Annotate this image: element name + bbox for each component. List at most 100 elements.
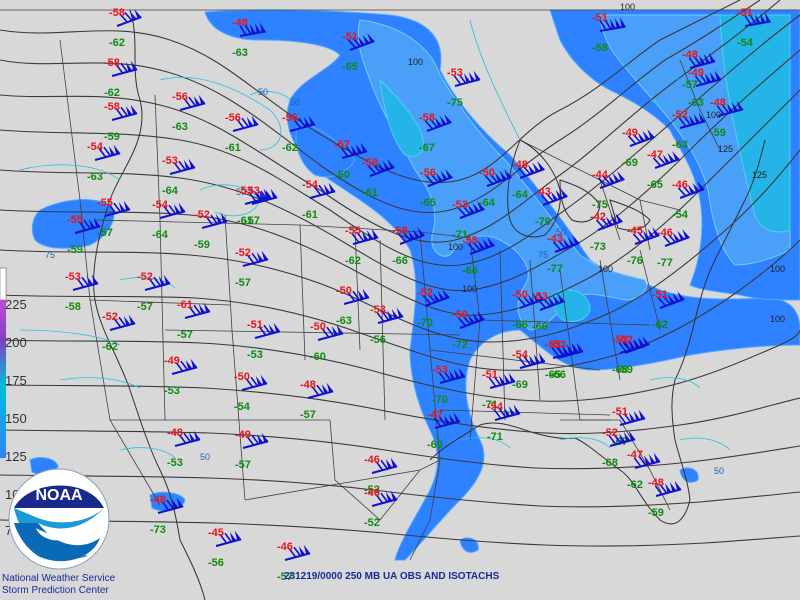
station-temperature: -56 (282, 112, 298, 124)
legend-box (0, 267, 7, 301)
station-temperature: -54 (487, 401, 504, 413)
station-dewpoint: -59 (104, 131, 120, 143)
station-temperature: -55 (345, 225, 361, 237)
station-temperature: -53 (162, 155, 178, 167)
station-temperature: -43 (535, 186, 551, 198)
station-dewpoint: -59 (648, 507, 664, 519)
station-dewpoint: -62 (627, 479, 643, 491)
station-dewpoint: -73 (590, 241, 606, 253)
station-temperature: -58 (419, 112, 435, 124)
station-temperature: -49 (235, 429, 251, 441)
station-dewpoint: -59 (194, 239, 210, 251)
station-temperature: -58 (104, 57, 120, 69)
station-dewpoint: -70 (432, 394, 448, 406)
contour-label: 100 (462, 284, 477, 294)
legend-value: 150 (5, 411, 27, 426)
station-temperature: -43 (547, 233, 563, 245)
station-dewpoint: -64 (162, 185, 179, 197)
station-temperature: -53 (370, 304, 386, 316)
noaa-logo: NOAA (8, 468, 110, 570)
station-dewpoint: -56 (208, 557, 224, 569)
upper-air-map: 10010010010010010010010012512575 75505050… (0, 0, 800, 600)
station-temperature: -50 (512, 289, 528, 301)
contour-label: 50 (258, 87, 268, 97)
station-dewpoint: -59 (67, 244, 83, 256)
station-temperature: -46 (364, 487, 380, 499)
station-temperature: -57 (334, 139, 350, 151)
station-dewpoint: -62 (345, 255, 361, 267)
station-temperature: -45 (627, 225, 643, 237)
station-temperature: -52 (417, 287, 433, 299)
station-dewpoint: -75 (447, 97, 463, 109)
station-dewpoint: -79 (535, 216, 551, 228)
station-temperature: -42 (590, 211, 606, 223)
station-temperature: -53 (550, 339, 566, 351)
station-dewpoint: -63 (172, 121, 188, 133)
station-temperature: -49 (622, 127, 638, 139)
station-dewpoint: -56 (370, 334, 386, 346)
station-temperature: -52 (602, 427, 618, 439)
station-temperature: -45 (208, 527, 224, 539)
station-dewpoint: -62 (652, 319, 668, 331)
station-dewpoint: -57 (682, 79, 698, 91)
station-dewpoint: -66 (462, 265, 478, 277)
station-temperature: -55 (67, 214, 83, 226)
station-dewpoint: -66 (392, 255, 408, 267)
credits-line-spc: Storm Prediction Center (2, 585, 109, 596)
station-temperature: -50 (336, 285, 352, 297)
contour-label: 75 (45, 250, 55, 260)
station-dewpoint: -60 (310, 351, 326, 363)
contour-label: 50 (714, 466, 724, 476)
station-temperature: -50 (452, 309, 468, 321)
station-temperature: -47 (627, 449, 643, 461)
contour-label: 100 (408, 57, 423, 67)
station-temperature: -56 (420, 167, 436, 179)
station-dewpoint: -57 (97, 227, 113, 239)
station-dewpoint: -64 (152, 229, 169, 241)
station-temperature: -48 (512, 159, 528, 171)
station-dewpoint: -66 (532, 321, 548, 333)
station-temperature: -52 (102, 311, 118, 323)
contour-label: 50 (200, 452, 210, 462)
station-temperature: -58 (362, 157, 378, 169)
station-dewpoint: -60 (334, 169, 350, 181)
station-dewpoint: -62 (102, 341, 118, 353)
station-dewpoint: -62 (104, 87, 120, 99)
station-temperature: -46 (657, 227, 673, 239)
station-temperature: -55 (462, 235, 478, 247)
contour-label: 125 (718, 144, 733, 154)
credits: National Weather Service Storm Predictio… (2, 573, 115, 597)
station-dewpoint: -72 (452, 339, 468, 351)
station-temperature: -47 (427, 409, 443, 421)
station-dewpoint: -57 (244, 215, 260, 227)
contour-label: 50 (290, 97, 300, 107)
station-dewpoint: -53 (247, 349, 263, 361)
station-dewpoint: -69 (622, 157, 638, 169)
station-temperature: -56 (172, 91, 188, 103)
station-temperature: -51 (247, 319, 263, 331)
station-temperature: -50 (310, 321, 326, 333)
station-dewpoint: -57 (177, 329, 193, 341)
station-dewpoint: -54 (672, 209, 689, 221)
station-temperature: -53 (447, 67, 463, 79)
station-temperature: -52 (672, 109, 688, 121)
station-dewpoint: -63 (87, 171, 103, 183)
station-dewpoint: -61 (302, 209, 318, 221)
station-temperature: -58 (392, 225, 408, 237)
legend-value: 125 (5, 449, 27, 464)
station-temperature: -46 (277, 541, 293, 553)
station-temperature: -48 (167, 427, 183, 439)
station-dewpoint: -69 (427, 439, 443, 451)
station-dewpoint: -57 (235, 459, 251, 471)
station-dewpoint: -58 (592, 42, 608, 54)
station-temperature: -53 (244, 185, 260, 197)
station-dewpoint: -63 (688, 97, 704, 109)
station-temperature: -56 (225, 112, 241, 124)
station-temperature: -54 (512, 349, 529, 361)
station-dewpoint: -57 (137, 301, 153, 313)
station-dewpoint: -62 (282, 142, 298, 154)
station-dewpoint: -52 (364, 517, 380, 529)
station-dewpoint: -68 (612, 364, 628, 376)
station-temperature: -48 (150, 494, 166, 506)
station-temperature: -48 (648, 477, 664, 489)
